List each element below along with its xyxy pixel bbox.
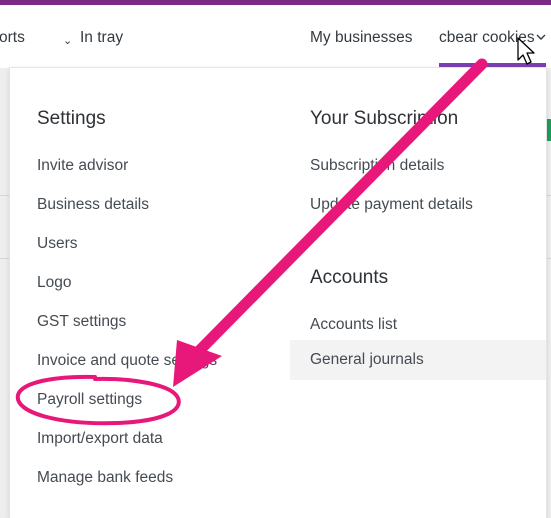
nav-my-businesses[interactable]: My businesses — [310, 29, 413, 47]
background-divider — [0, 195, 10, 196]
menu-item-users[interactable]: Users — [37, 235, 77, 253]
background-divider — [546, 195, 551, 196]
menu-item-subscription-details[interactable]: Subscription details — [310, 157, 444, 175]
menu-item-general-journals[interactable]: General journals — [290, 340, 546, 380]
subscription-heading: Your Subscription — [310, 108, 459, 129]
menu-item-gst-settings[interactable]: GST settings — [37, 313, 126, 331]
nav-business-switcher[interactable]: cbear cookies — [439, 29, 535, 47]
active-tab-underline — [439, 63, 546, 67]
accounts-heading: Accounts — [310, 267, 389, 288]
menu-item-update-payment-details[interactable]: Update payment details — [310, 196, 473, 214]
background-page-left — [0, 68, 10, 518]
chevron-down-icon: ⌄ — [63, 35, 73, 47]
menu-item-payroll-settings[interactable]: Payroll settings — [37, 391, 142, 409]
menu-item-accounts-list[interactable]: Accounts list — [310, 316, 397, 334]
business-settings-dropdown: Settings Invite advisor Business details… — [10, 68, 546, 518]
settings-heading: Settings — [37, 108, 106, 129]
top-navigation: orts ⌄ In tray My businesses cbear cooki… — [0, 5, 551, 68]
menu-item-logo[interactable]: Logo — [37, 274, 71, 292]
menu-item-import-export-data[interactable]: Import/export data — [37, 430, 163, 448]
menu-item-invite-advisor[interactable]: Invite advisor — [37, 157, 128, 175]
background-divider — [546, 258, 551, 259]
menu-item-business-details[interactable]: Business details — [37, 196, 149, 214]
nav-reports[interactable]: orts — [0, 29, 25, 47]
menu-item-invoice-quote-settings[interactable]: Invoice and quote settings — [37, 352, 217, 370]
chevron-down-icon[interactable] — [536, 33, 546, 41]
nav-in-tray[interactable]: In tray — [80, 29, 123, 47]
background-divider — [0, 258, 10, 259]
menu-item-manage-bank-feeds[interactable]: Manage bank feeds — [37, 469, 173, 487]
